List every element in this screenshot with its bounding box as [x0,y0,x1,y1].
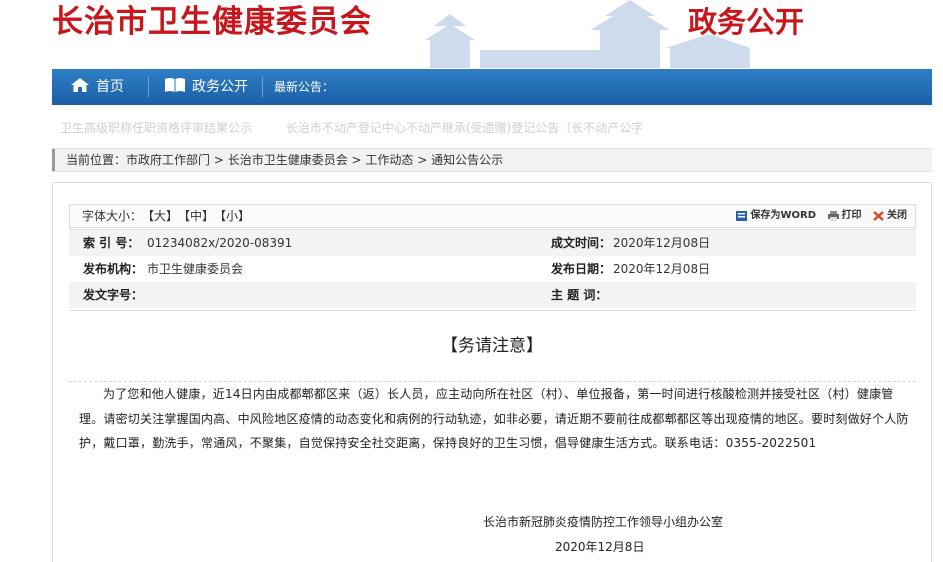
article-panel: 字体大小： 【大】 【中】 【小】 保存为WORD 打印 关闭 索 引 号： 0123… [52,182,932,562]
nav-separator [148,77,149,97]
close-button[interactable]: 关闭 [873,205,907,227]
article-title: 【务请注意】 [441,336,543,356]
subject-label: 主 题 词： [551,288,608,302]
latest-notice-label: 最新公告： [274,80,335,94]
breadcrumb-prefix: 当前位置： [66,153,127,167]
breadcrumb-path[interactable]: 市政府工作部门 > 长治市卫生健康委员会 > 工作动态 > 通知公告公示 [126,153,503,167]
index-label: 索 引 号： [83,236,140,250]
close-icon [873,211,884,221]
written-date-label: 成文时间： [551,236,612,250]
org-label: 发布机构： [83,262,144,276]
written-date-value: 2020年12月08日 [613,236,711,250]
meta-row: 索 引 号： 01234082x/2020-08391 成文时间： 2020年1… [69,230,916,256]
index-value: 01234082x/2020-08391 [147,236,293,250]
site-header: 长治市卫生健康委员会 政务公开 [0,0,943,68]
book-icon [165,78,185,92]
doc-number-label: 发文字号： [83,288,144,302]
ticker-link[interactable]: 卫生高级职称任职资格评审结果公示 [60,121,252,135]
printer-icon [827,211,839,221]
article-signature: 长治市新冠肺炎疫情防控工作领导小组办公室 [483,515,724,529]
font-large-button[interactable]: 【大】 [148,209,178,223]
home-icon [71,78,89,92]
article-toolbar: 字体大小： 【大】 【中】 【小】 保存为WORD 打印 关闭 [69,204,916,228]
site-title: 长治市卫生健康委员会 [52,4,372,40]
meta-row: 发文字号： 主 题 词： [69,282,916,308]
font-size-controls: 字体大小： 【大】 【中】 【小】 [82,205,250,227]
save-word-label: 保存为WORD [750,210,817,221]
article-date: 2020年12月8日 [555,540,645,554]
save-word-button[interactable]: 保存为WORD [736,205,816,227]
breadcrumb: 当前位置：市政府工作部门 > 长治市卫生健康委员会 > 工作动态 > 通知公告公… [52,148,932,172]
main-navbar: 首页 政务公开 最新公告： [52,69,932,105]
word-icon [736,211,748,221]
font-small-button[interactable]: 【小】 [220,209,250,223]
document-meta-table: 索 引 号： 01234082x/2020-08391 成文时间： 2020年1… [69,229,916,311]
breadcrumb-edge [52,149,55,171]
article-body: 为了您和他人健康，近14日内由成都郫都区来（返）长人员，应主动向所在社区（村）、… [79,387,909,450]
notice-ticker: 卫生高级职称任职资格评审结果公示 长治市不动产登记中心不动产继承(受遗赠)登记公… [60,119,930,137]
ticker-link[interactable]: 长治市不动产登记中心不动产继承(受遗赠)登记公告（长不动产公字 [286,121,643,135]
article-actions: 保存为WORD 打印 关闭 [728,205,907,230]
close-label: 关闭 [887,210,907,221]
nav-gov-open-label: 政务公开 [192,79,248,95]
meta-row: 发布机构： 市卫生健康委员会 发布日期： 2020年12月08日 [69,256,916,282]
nav-gov-open[interactable]: 政务公开 [164,69,248,105]
print-label: 打印 [841,210,862,221]
print-button[interactable]: 打印 [827,205,862,227]
font-medium-button[interactable]: 【中】 [184,209,214,223]
font-size-label: 字体大小： [82,209,143,223]
section-title: 政务公开 [688,5,805,39]
publish-date-label: 发布日期： [551,262,612,276]
nav-separator [262,77,263,97]
org-value: 市卫生健康委员会 [147,262,244,276]
nav-home[interactable]: 首页 [70,69,124,105]
nav-home-label: 首页 [96,79,124,95]
publish-date-value: 2020年12月08日 [613,262,711,276]
